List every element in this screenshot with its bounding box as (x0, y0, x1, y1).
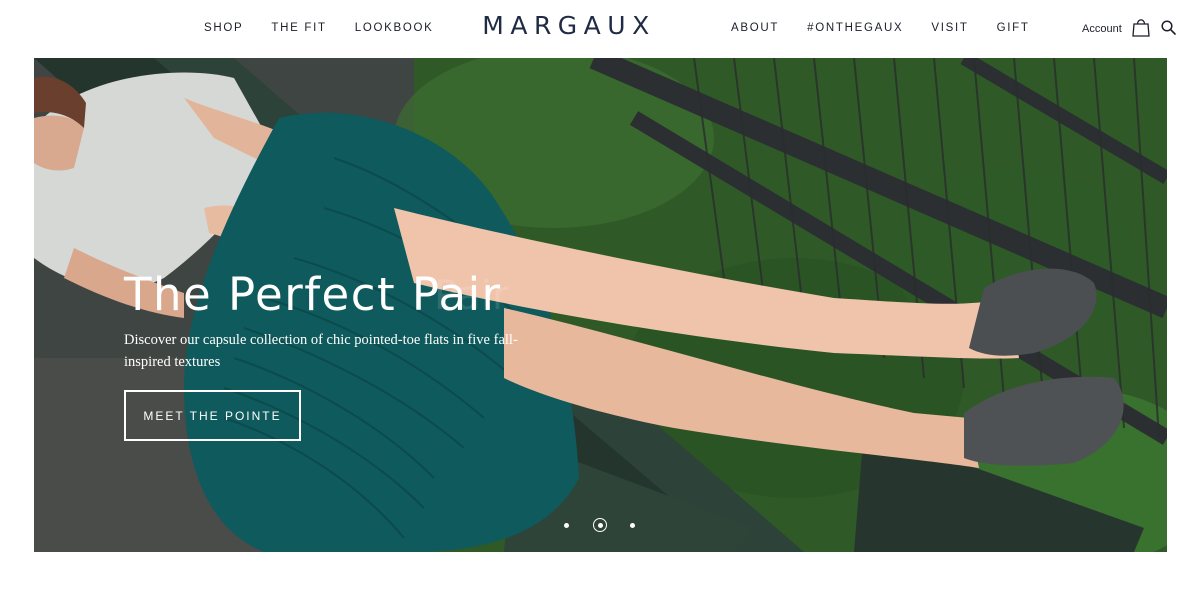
nav-about[interactable]: ABOUT (731, 22, 779, 34)
site-header: SHOP THE FIT LOOKBOOK MARGAUX ABOUT #ONT… (0, 0, 1200, 58)
carousel-pagination (559, 516, 649, 536)
nav-gift[interactable]: GIFT (997, 22, 1030, 34)
carousel-dot-1[interactable] (564, 523, 569, 528)
hero-subtitle: Discover our capsule collection of chic … (124, 332, 518, 370)
meet-the-pointe-button[interactable]: MEET THE POINTE (124, 390, 301, 441)
shopping-bag-icon[interactable] (1132, 17, 1150, 37)
hero-banner: Pair The Perfect Pair Discover our capsu… (34, 58, 1167, 552)
nav-visit[interactable]: VISIT (931, 22, 968, 34)
carousel-dot-2-active[interactable] (593, 518, 607, 532)
nav-onthegaux[interactable]: #ONTHEGAUX (807, 22, 903, 34)
hero-title: The Perfect Pair (124, 268, 502, 321)
primary-nav-right: ABOUT #ONTHEGAUX VISIT GIFT (731, 22, 1030, 34)
carousel-dot-3[interactable] (630, 523, 635, 528)
account-link[interactable]: Account (1082, 23, 1122, 35)
search-icon[interactable] (1161, 20, 1176, 35)
